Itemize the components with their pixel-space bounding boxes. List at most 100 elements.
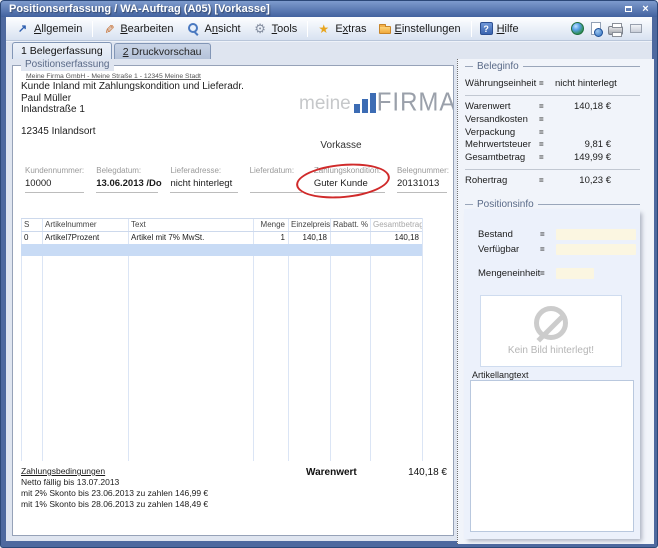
table-cell: Artikel mit 7% MwSt. (128, 233, 253, 242)
address-line: Paul Müller (21, 93, 244, 105)
longtext-label: Artikellangtext (472, 370, 529, 380)
equals-sign: = (540, 230, 556, 239)
menu-item-label: Hilfe (497, 23, 519, 35)
beleginfo-label: Beleginfo (477, 61, 519, 72)
table-selected-row[interactable] (21, 244, 422, 256)
help-icon (480, 22, 493, 35)
positionsinfo-row-mengeneinheit: Mengeneinheit= (478, 267, 594, 279)
field-value: 20131013 (397, 178, 447, 193)
article-image-box: Kein Bild hinterlegt! (480, 295, 622, 367)
field-value: 10000 (25, 178, 84, 193)
payment-line: mit 1% Skonto bis 28.06.2013 zu zahlen 1… (21, 499, 208, 510)
beleginfo-row-label: Rohertrag (465, 175, 539, 186)
toolbar-right-icons (571, 22, 648, 35)
printer-icon[interactable] (608, 26, 623, 35)
positionsinfo-value-field (556, 229, 636, 240)
beleginfo-row-value: 9,81 € (555, 139, 611, 150)
beleginfo-row-value: 149,99 € (555, 152, 611, 163)
restore-window-button[interactable] (621, 3, 636, 16)
equals-sign: = (540, 245, 556, 254)
logo-word-firma: FIRMA (377, 91, 453, 115)
menubar: Allgemein Bearbeiten Ansicht Tools Extras Ein… (6, 17, 652, 41)
no-image-icon (534, 306, 568, 340)
magnifier-icon (186, 22, 201, 36)
payment-terms: Zahlungsbedingungen Netto fällig bis 13.… (21, 466, 208, 510)
beleginfo-row-rohertrag: Rohertrag=10,23 € (465, 175, 640, 188)
positionsinfo-row-label: Mengeneinheit (478, 268, 540, 279)
table-column-line (422, 218, 423, 461)
gear-icon (253, 22, 268, 36)
menu-item-hilfe[interactable]: Hilfe (475, 20, 526, 37)
positionsinfo-row-label: Bestand (478, 229, 540, 240)
document-preview: Meine Firma GmbH - Meine Straße 1 - 1234… (13, 66, 453, 535)
tab-1-belegerfassung[interactable]: 1 Belegerfassung (12, 42, 112, 59)
beleginfo-row-label: Verpackung (465, 127, 539, 138)
column-header: S (21, 220, 42, 229)
tab-2-druckvorschau[interactable]: 2 Druckvorschau (114, 43, 211, 59)
menu-item-label: Ansicht (205, 23, 241, 35)
field-value: nicht hinterlegt (170, 178, 237, 193)
doc-total-label: Warenwert (306, 467, 357, 478)
field-belegnummer: Belegnummer: 20131013 (397, 166, 449, 193)
field-kundennummer: Kundennummer: 10000 (25, 166, 96, 193)
company-logo: meine FIRMA (299, 88, 453, 114)
close-icon: × (642, 4, 648, 15)
beleginfo-row-label: Währungseinheit (465, 78, 539, 89)
table-cell: 0 (21, 233, 42, 242)
right-panel: Beleginfo Währungseinheit=nicht hinterle… (457, 59, 654, 544)
menu-separator (307, 21, 308, 37)
menu-separator (92, 21, 93, 37)
table-cell: 1 (253, 233, 288, 242)
arrow-up-right-icon (15, 22, 30, 36)
main-area: 1 Belegerfassung2 Druckvorschau Position… (6, 41, 652, 541)
web-document-icon[interactable] (591, 22, 601, 35)
beleginfo-divider (465, 169, 640, 170)
menu-item-bearbeiten[interactable]: Bearbeiten (96, 20, 180, 38)
restore-icon (625, 6, 632, 12)
equals-sign: = (539, 102, 555, 111)
menu-separator (471, 21, 472, 37)
positionsinfo-value-field (556, 268, 594, 279)
field-label: Kundennummer: (25, 166, 96, 175)
equals-sign: = (539, 115, 555, 124)
positionserfassung-group: Positionserfassung Meine Firma GmbH - Me… (12, 65, 454, 536)
star-icon (316, 22, 331, 36)
close-window-button[interactable]: × (638, 3, 653, 16)
beleginfo-row-value: 10,23 € (555, 175, 611, 186)
longtext-field[interactable] (470, 380, 634, 532)
field-value (250, 178, 302, 193)
beleginfo-row-value: nicht hinterlegt (555, 78, 617, 89)
address-city: 12345 Inlandsort (21, 126, 96, 137)
menu-item-einstellungen[interactable]: Einstellungen (374, 21, 468, 37)
field-label: Belegnummer: (397, 166, 449, 175)
document-type: Vorkasse (301, 140, 381, 151)
globe-icon[interactable] (571, 22, 584, 35)
beleginfo-row-label: Mehrwertsteuer (465, 139, 539, 150)
equals-sign: = (539, 79, 555, 88)
positionsinfo-row-verf-gbar: Verfügbar= (478, 243, 636, 255)
payment-terms-heading: Zahlungsbedingungen (21, 466, 208, 477)
menu-item-tools[interactable]: Tools (248, 20, 305, 38)
document-header-fields: Kundennummer:10000Belegdatum:13.06.2013 … (25, 166, 449, 193)
table-cell: 140,18 (288, 233, 330, 242)
field-lieferadresse: Lieferadresse:nicht hinterlegt (170, 166, 249, 193)
column-header: Gesamtbetrag (370, 220, 422, 229)
sender-line: Meine Firma GmbH - Meine Straße 1 - 1234… (26, 73, 201, 80)
menu-item-label: Tools (272, 23, 298, 35)
menu-item-extras[interactable]: Extras (311, 20, 373, 38)
bar-chart-icon (354, 93, 376, 113)
menu-item-label: Extras (335, 23, 366, 35)
beleginfo-header: Beleginfo (465, 61, 654, 72)
positions-table: SArtikelnummerTextMengeEinzelpreisRabatt… (21, 218, 422, 461)
beleginfo-row-w-hrungseinheit: Währungseinheit=nicht hinterlegt (465, 77, 640, 90)
equals-sign: = (539, 153, 555, 162)
folder-icon (379, 26, 391, 34)
window-icon[interactable] (630, 24, 642, 33)
table-row[interactable]: 0Artikel7ProzentArtikel mit 7% MwSt.1140… (21, 231, 422, 244)
column-header: Rabatt. % (330, 220, 370, 229)
equals-sign: = (539, 128, 555, 137)
menu-item-ansicht[interactable]: Ansicht (181, 20, 248, 38)
beleginfo-row-value: 140,18 € (555, 101, 611, 112)
menu-item-allgemein[interactable]: Allgemein (10, 20, 89, 38)
table-cell: 140,18 (370, 233, 422, 242)
